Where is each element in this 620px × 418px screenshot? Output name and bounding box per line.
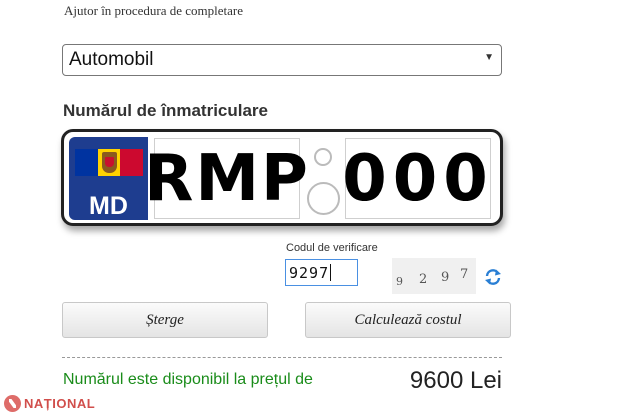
captcha-image: 9 2 9 7 [392,258,476,294]
verification-code-label: Codul de verificare [286,242,378,254]
plate-bolt-hole-large [307,182,340,215]
plate-title: Numărul de înmatriculare [63,101,269,120]
verification-code-input[interactable]: 9297 [285,259,358,286]
price-value: 9600 Lei [409,367,502,394]
refresh-captcha-icon[interactable] [484,268,502,286]
verification-code-value: 9297 [289,264,330,282]
captcha-digit: 9 [396,275,403,288]
vehicle-type-select[interactable]: Automobil ▼ [62,44,502,76]
availability-message: Numărul este disponibil la prețul de [63,371,313,388]
plate-series-input[interactable]: RMP [144,138,308,219]
plate-country-band: MD [69,137,148,220]
watermark-text: NAȚIONAL [24,396,96,411]
captcha-digit: 9 [441,270,450,285]
plate-number-input[interactable]: 000 [342,138,491,219]
chevron-down-icon: ▼ [484,52,494,63]
clear-button[interactable]: Șterge [62,302,268,338]
moldova-flag-icon [75,149,144,176]
captcha-digit: 2 [419,272,428,287]
plate-bolt-hole-small [314,148,332,166]
text-cursor [330,264,332,281]
divider [62,357,502,358]
country-code: MD [89,192,128,220]
calculate-cost-button[interactable]: Calculează costul [305,302,511,338]
vehicle-type-selected: Automobil [69,49,154,70]
watermark-logo: NAȚIONAL [4,395,95,412]
captcha-digit: 7 [460,267,469,282]
license-plate: MD RMP 000 [61,129,503,226]
help-link[interactable]: Ajutor în procedura de completare [64,3,243,19]
national-logo-icon [4,395,21,412]
